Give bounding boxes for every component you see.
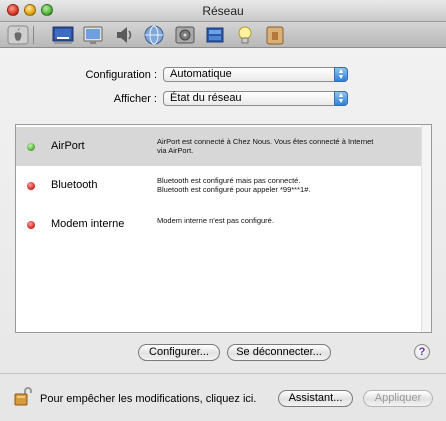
disconnect-button[interactable]: Se déconnecter... xyxy=(227,344,331,361)
display-icon[interactable] xyxy=(52,24,74,46)
network-preferences-window: Réseau Configuration: Automatique ▲ ▼ A… xyxy=(0,0,446,421)
afficher-value: État du réseau xyxy=(170,92,242,104)
window-title: Réseau xyxy=(202,4,244,18)
service-name: Modem interne xyxy=(51,218,125,230)
title-bar: Réseau xyxy=(0,0,446,22)
lock-icon[interactable] xyxy=(14,386,32,406)
network-service-list[interactable]: AirPort AirPort est connecté à Chez Nous… xyxy=(15,124,432,333)
apply-button[interactable]: Appliquer xyxy=(363,390,433,407)
configure-button[interactable]: Configurer... xyxy=(138,344,220,361)
toolbar xyxy=(0,22,446,48)
service-name: Bluetooth xyxy=(51,179,98,191)
configuration-popup[interactable]: Automatique ▲ ▼ xyxy=(163,67,348,82)
status-red-icon xyxy=(27,221,35,229)
disk-icon[interactable] xyxy=(174,24,196,46)
configuration-label: Configuration : xyxy=(85,69,157,81)
list-item[interactable]: Modem interne Modem interne n'est pas co… xyxy=(16,205,431,244)
toolbar-separator xyxy=(33,26,34,44)
energy-icon[interactable] xyxy=(204,24,226,46)
screen-icon[interactable] xyxy=(82,24,104,46)
apple-icon[interactable] xyxy=(7,24,29,46)
divider xyxy=(0,373,446,374)
status-red-icon xyxy=(27,182,35,190)
network-icon[interactable] xyxy=(143,24,165,46)
status-green-icon xyxy=(27,143,35,151)
popup-arrows-icon: ▲ ▼ xyxy=(334,67,348,82)
service-description: AirPort est connecté à Chez Nous. Vous ê… xyxy=(157,137,374,155)
service-description: Bluetooth est configuré mais pas connect… xyxy=(157,176,311,194)
configuration-value: Automatique xyxy=(170,68,232,80)
sound-icon[interactable] xyxy=(113,24,135,46)
lightbulb-icon[interactable] xyxy=(234,24,256,46)
popup-arrows-icon: ▲ ▼ xyxy=(334,91,348,106)
assistant-button[interactable]: Assistant... xyxy=(278,390,353,407)
lock-message: Pour empêcher les modifications, cliquez… xyxy=(40,393,257,405)
list-item[interactable]: Bluetooth Bluetooth est configuré mais p… xyxy=(16,166,431,205)
security-icon[interactable] xyxy=(264,24,286,46)
afficher-label: Afficher : xyxy=(113,93,157,105)
list-item[interactable]: AirPort AirPort est connecté à Chez Nous… xyxy=(16,127,431,166)
service-description: Modem interne n'est pas configuré. xyxy=(157,216,274,225)
afficher-popup[interactable]: État du réseau ▲ ▼ xyxy=(163,91,348,106)
service-name: AirPort xyxy=(51,140,85,152)
help-button[interactable]: ? xyxy=(414,344,430,360)
list-scrollbar[interactable] xyxy=(421,125,431,332)
